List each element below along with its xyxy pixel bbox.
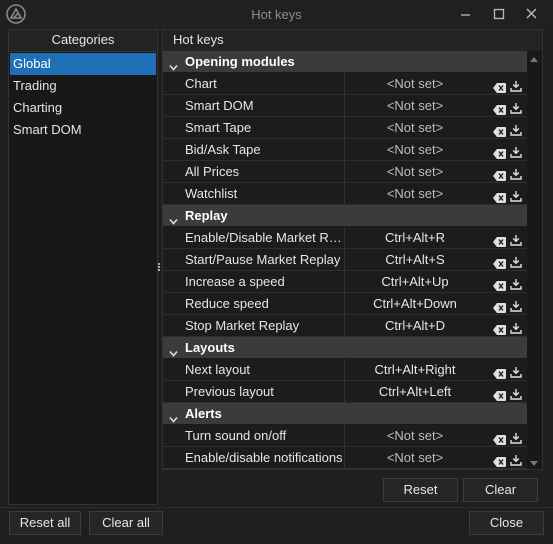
maximize-icon[interactable] [488,4,510,24]
hotkey-name: Reduce speed [185,293,345,314]
hotkey-name: Stop Market Replay [185,315,345,336]
hotkey-value[interactable]: <Not set> [345,183,485,204]
hotkey-row[interactable]: Enable/Disable Market Re... Ctrl+Alt+R [163,227,527,249]
vertical-scrollbar[interactable] [527,51,542,469]
hotkey-name: Increase a speed [185,271,345,292]
hotkey-name: Bid/Ask Tape [185,139,345,160]
category-trading[interactable]: Trading [9,75,157,97]
reset-button[interactable]: Reset [383,478,458,502]
scroll-down-icon [530,461,538,466]
hotkey-name: Previous layout [185,381,345,402]
hotkey-name: Watchlist [185,183,345,204]
hotkey-row[interactable]: Smart DOM <Not set> [163,95,527,117]
hotkeys-panel: Hot keys Opening modules Chart <Not set> Sm… [162,29,543,470]
hotkey-name: Enable/Disable Market Re... [185,227,345,248]
close-button[interactable]: Close [469,511,544,535]
group-name: Layouts [185,340,235,355]
panel-splitter[interactable] [158,262,161,274]
hotkey-row[interactable]: Stop Market Replay Ctrl+Alt+D [163,315,527,337]
categories-header: Categories [9,30,157,52]
hotkey-value[interactable]: <Not set> [345,139,485,160]
hotkeys-list: Opening modules Chart <Not set> Smart DOM <N… [163,51,527,469]
clear-all-button[interactable]: Clear all [89,511,163,535]
hotkeys-header: Hot keys [163,30,542,52]
hotkey-name: Smart Tape [185,117,345,138]
hotkey-value[interactable]: Ctrl+Alt+Up [345,271,485,292]
hotkey-value[interactable]: <Not set> [345,425,485,446]
hotkey-value[interactable]: <Not set> [345,117,485,138]
category-charting[interactable]: Charting [9,97,157,119]
group-header[interactable]: Replay [163,205,527,227]
hotkey-name: Enable/disable notifications [185,447,345,468]
hotkey-row[interactable]: Watchlist <Not set> [163,183,527,205]
hotkey-value[interactable]: Ctrl+Alt+Right [345,359,485,380]
hotkey-name: Smart DOM [185,95,345,116]
title-bar: Hot keys [0,0,553,28]
hotkey-row[interactable]: Enable/disable notifications <Not set> [163,447,527,469]
hotkey-name: All Prices [185,161,345,182]
hotkey-value[interactable]: Ctrl+Alt+S [345,249,485,270]
clear-button[interactable]: Clear [463,478,538,502]
reset-default-icon[interactable] [510,451,522,469]
hotkey-row[interactable]: Turn sound on/off <Not set> [163,425,527,447]
hotkey-row[interactable]: Bid/Ask Tape <Not set> [163,139,527,161]
hotkey-row[interactable]: Previous layout Ctrl+Alt+Left [163,381,527,403]
hotkey-value[interactable]: <Not set> [345,447,485,468]
categories-panel: Categories Global Trading Charting Smart… [8,29,158,505]
group-name: Opening modules [185,54,295,69]
hotkey-value[interactable]: <Not set> [345,95,485,116]
group-name: Alerts [185,406,222,421]
hotkey-name: Next layout [185,359,345,380]
hotkey-value[interactable]: Ctrl+Alt+D [345,315,485,336]
hotkey-name: Chart [185,73,345,94]
group-header[interactable]: Opening modules [163,51,527,73]
category-global[interactable]: Global [10,53,156,75]
footer-divider [0,507,553,508]
hotkey-value[interactable]: <Not set> [345,161,485,182]
group-header[interactable]: Alerts [163,403,527,425]
hotkey-row[interactable]: All Prices <Not set> [163,161,527,183]
backspace-clear-icon[interactable] [493,452,506,469]
reset-all-button[interactable]: Reset all [9,511,81,535]
hotkey-row[interactable]: Increase a speed Ctrl+Alt+Up [163,271,527,293]
hotkey-row[interactable]: Next layout Ctrl+Alt+Right [163,359,527,381]
hotkey-row[interactable]: Smart Tape <Not set> [163,117,527,139]
hotkey-row[interactable]: Chart <Not set> [163,73,527,95]
hotkey-row[interactable]: Reduce speed Ctrl+Alt+Down [163,293,527,315]
category-smart-dom[interactable]: Smart DOM [9,119,157,141]
group-name: Replay [185,208,228,223]
group-header[interactable]: Layouts [163,337,527,359]
close-icon[interactable] [521,4,543,24]
minimize-icon[interactable] [455,4,477,24]
hotkey-value[interactable]: Ctrl+Alt+Left [345,381,485,402]
hotkey-value[interactable]: <Not set> [345,73,485,94]
scroll-up-icon [530,57,538,62]
hotkey-row[interactable]: Start/Pause Market Replay Ctrl+Alt+S [163,249,527,271]
hotkey-value[interactable]: Ctrl+Alt+Down [345,293,485,314]
hotkey-value[interactable]: Ctrl+Alt+R [345,227,485,248]
hotkey-name: Turn sound on/off [185,425,345,446]
hotkey-name: Start/Pause Market Replay [185,249,345,270]
